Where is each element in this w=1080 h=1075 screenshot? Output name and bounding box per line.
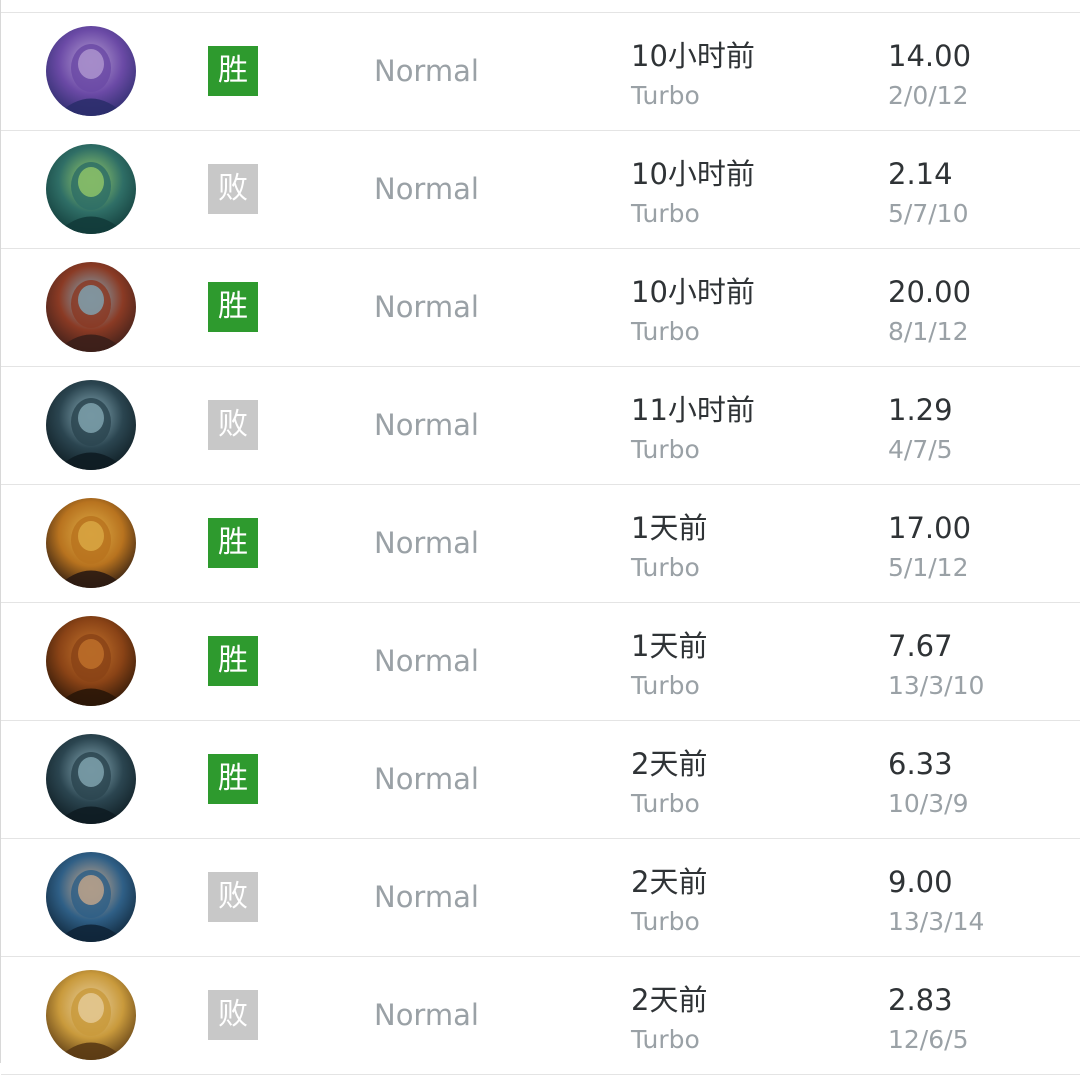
lobby-mode: Normal <box>374 880 479 914</box>
lobby-mode: Normal <box>374 290 479 324</box>
game-type: Turbo <box>631 1025 700 1054</box>
result-badge: 败 <box>208 400 258 450</box>
match-row[interactable]: 败 Normal 2天前 Turbo 2.83 12/6/5 <box>1 957 1080 1075</box>
kda-ratio: 7.67 <box>888 629 953 663</box>
kda-stats: 5/1/12 <box>888 553 969 582</box>
match-row[interactable]: 胜 Normal 2天前 Turbo 6.33 10/3/9 <box>1 721 1080 839</box>
match-history-list: 胜 Normal 10小时前 Turbo 14.00 2/0/12 败 Normal 10小时前… <box>0 0 1080 1075</box>
hero-avatar <box>46 734 136 824</box>
kda-ratio: 6.33 <box>888 747 953 781</box>
match-row[interactable]: 胜 Normal 1天前 Turbo 7.67 13/3/10 <box>1 603 1080 721</box>
time-ago: 2天前 <box>631 983 708 1017</box>
match-row[interactable]: 胜 Normal 10小时前 Turbo 20.00 8/1/12 <box>1 249 1080 367</box>
game-type: Turbo <box>631 789 700 818</box>
game-type: Turbo <box>631 81 700 110</box>
kda-ratio: 14.00 <box>888 39 972 73</box>
kda-stats: 12/6/5 <box>888 1025 969 1054</box>
kda-stats: 10/3/9 <box>888 789 969 818</box>
helmeted-dark-assassin-hero-portrait-icon <box>46 734 136 824</box>
helmeted-dark-assassin-hero-portrait-icon <box>46 380 136 470</box>
result-badge: 败 <box>208 872 258 922</box>
kda-stats: 8/1/12 <box>888 317 969 346</box>
kda-stats: 2/0/12 <box>888 81 969 110</box>
hero-avatar <box>46 262 136 352</box>
game-type: Turbo <box>631 199 700 228</box>
kda-ratio: 1.29 <box>888 393 953 427</box>
kda-ratio: 20.00 <box>888 275 972 309</box>
game-type: Turbo <box>631 553 700 582</box>
kda-ratio: 17.00 <box>888 511 972 545</box>
time-ago: 1天前 <box>631 511 708 545</box>
lobby-mode: Normal <box>374 762 479 796</box>
golden-armored-hero-portrait-icon <box>46 498 136 588</box>
kda-ratio: 2.14 <box>888 157 953 191</box>
result-badge: 胜 <box>208 518 258 568</box>
time-ago: 11小时前 <box>631 393 755 427</box>
kda-stats: 5/7/10 <box>888 199 969 228</box>
hero-avatar <box>46 26 136 116</box>
kda-stats: 13/3/14 <box>888 907 985 936</box>
hero-avatar <box>46 498 136 588</box>
hero-avatar <box>46 852 136 942</box>
game-type: Turbo <box>631 435 700 464</box>
time-ago: 10小时前 <box>631 157 755 191</box>
result-badge: 败 <box>208 164 258 214</box>
winged-helm-hero-portrait-icon <box>46 970 136 1060</box>
match-row[interactable]: 败 Normal 2天前 Turbo 9.00 13/3/14 <box>1 839 1080 957</box>
kda-ratio: 9.00 <box>888 865 953 899</box>
hero-avatar <box>46 616 136 706</box>
lobby-mode: Normal <box>374 408 479 442</box>
game-type: Turbo <box>631 671 700 700</box>
goggled-bearded-hero-portrait-icon <box>46 144 136 234</box>
dark-haired-mage-hero-portrait-icon <box>46 852 136 942</box>
hero-avatar <box>46 144 136 234</box>
result-badge: 胜 <box>208 46 258 96</box>
time-ago: 2天前 <box>631 865 708 899</box>
match-row[interactable]: 胜 Normal 10小时前 Turbo 14.00 2/0/12 <box>1 13 1080 131</box>
kda-stats: 4/7/5 <box>888 435 953 464</box>
kda-stats: 13/3/10 <box>888 671 985 700</box>
lobby-mode: Normal <box>374 998 479 1032</box>
hero-avatar <box>46 970 136 1060</box>
result-badge: 败 <box>208 990 258 1040</box>
time-ago: 10小时前 <box>631 39 755 73</box>
kda-ratio: 2.83 <box>888 983 953 1017</box>
match-row[interactable]: 胜 Normal 1天前 Turbo 17.00 5/1/12 <box>1 485 1080 603</box>
ratlike-purple-hero-portrait-icon <box>46 26 136 116</box>
bearded-dwarf-hero-portrait-icon <box>46 616 136 706</box>
game-type: Turbo <box>631 317 700 346</box>
fanged-creature-hero-portrait-icon <box>46 262 136 352</box>
hero-avatar <box>46 380 136 470</box>
match-row[interactable]: 败 Normal 11小时前 Turbo 1.29 4/7/5 <box>1 367 1080 485</box>
time-ago: 1天前 <box>631 629 708 663</box>
lobby-mode: Normal <box>374 54 479 88</box>
result-badge: 胜 <box>208 282 258 332</box>
lobby-mode: Normal <box>374 526 479 560</box>
lobby-mode: Normal <box>374 172 479 206</box>
game-type: Turbo <box>631 907 700 936</box>
result-badge: 胜 <box>208 636 258 686</box>
match-row[interactable]: 败 Normal 10小时前 Turbo 2.14 5/7/10 <box>1 131 1080 249</box>
time-ago: 2天前 <box>631 747 708 781</box>
time-ago: 10小时前 <box>631 275 755 309</box>
lobby-mode: Normal <box>374 644 479 678</box>
result-badge: 胜 <box>208 754 258 804</box>
